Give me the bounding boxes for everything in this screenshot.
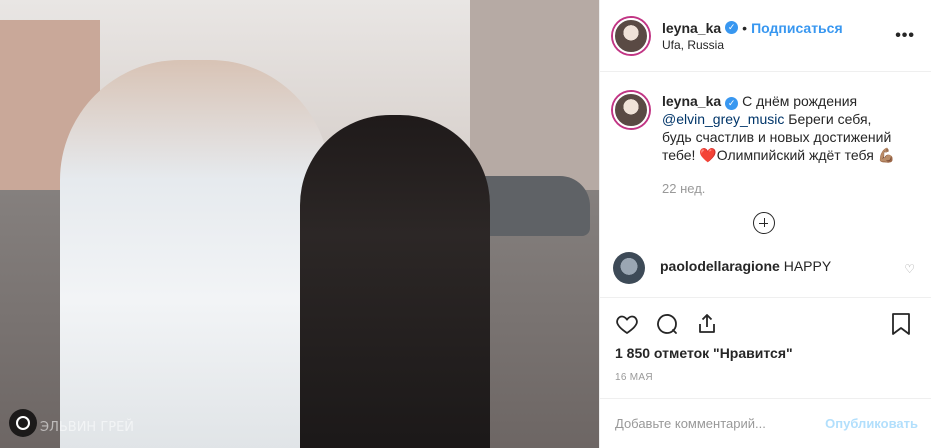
caption-avatar[interactable]	[613, 92, 649, 128]
load-more-comments-icon[interactable]	[753, 212, 775, 234]
heart-emoji: ❤️	[699, 147, 717, 163]
verified-badge-icon: ✓	[725, 21, 739, 34]
comment-input[interactable]	[615, 416, 826, 431]
comment-icon[interactable]	[653, 310, 681, 338]
photo-person-left	[60, 60, 330, 448]
bookmark-icon[interactable]	[887, 310, 915, 338]
header-user-row: leyna_ka ✓ • Подписаться	[662, 20, 843, 36]
post-header: leyna_ka ✓ • Подписаться Ufa, Russia •••	[600, 0, 931, 72]
muscle-emoji: 💪🏽	[877, 147, 896, 163]
caption: leyna_ka ✓ С днём рождения @elvin_grey_mu…	[613, 92, 915, 198]
photo-person-right	[300, 115, 490, 448]
more-options-icon[interactable]: •••	[895, 27, 915, 45]
post-photo[interactable]: ЭЛЬВИН ГРЕЙ	[0, 0, 599, 448]
caption-text-before: С днём рождения	[742, 93, 858, 109]
follow-button[interactable]: Подписаться	[751, 20, 843, 36]
post-sidebar: leyna_ka ✓ • Подписаться Ufa, Russia •••…	[599, 0, 931, 448]
comments-section: leyna_ka ✓ С днём рождения @elvin_grey_mu…	[600, 72, 931, 297]
add-comment-bar: Опубликовать	[600, 398, 931, 448]
caption-time[interactable]: 22 нед.	[662, 180, 902, 198]
likes-count[interactable]: 1 850 отметок "Нравится"	[615, 345, 793, 361]
comment-body: HAPPY	[783, 258, 832, 274]
action-icons	[613, 308, 915, 340]
photo-watermark: ЭЛЬВИН ГРЕЙ	[40, 420, 135, 435]
caption-mention[interactable]: @elvin_grey_music	[662, 111, 784, 127]
share-icon[interactable]	[693, 310, 721, 338]
photo-building-right	[470, 0, 599, 190]
publish-button[interactable]: Опубликовать	[825, 416, 918, 431]
like-icon[interactable]	[613, 310, 641, 338]
comment-like-icon[interactable]: ♡	[904, 262, 915, 276]
caption-verified-icon: ✓	[725, 97, 739, 110]
caption-text-end: Олимпийский ждёт тебя	[716, 147, 878, 163]
comment-username[interactable]: paolodellaragione	[660, 258, 780, 274]
comment-text: paolodellaragione HAPPY	[660, 258, 831, 274]
header-separator: •	[742, 19, 748, 36]
user-tag-icon[interactable]	[9, 409, 37, 437]
avatar[interactable]	[613, 17, 649, 54]
post-date[interactable]: 16 мая	[615, 372, 653, 383]
caption-body: leyna_ka ✓ С днём рождения @elvin_grey_mu…	[662, 92, 902, 198]
list-item: paolodellaragione HAPPY ♡	[613, 252, 915, 284]
caption-username[interactable]: leyna_ka	[662, 93, 721, 109]
comment-avatar[interactable]	[613, 252, 645, 284]
header-username[interactable]: leyna_ka	[662, 20, 721, 36]
header-text: leyna_ka ✓ • Подписаться Ufa, Russia	[662, 20, 843, 52]
location-link[interactable]: Ufa, Russia	[662, 38, 843, 52]
